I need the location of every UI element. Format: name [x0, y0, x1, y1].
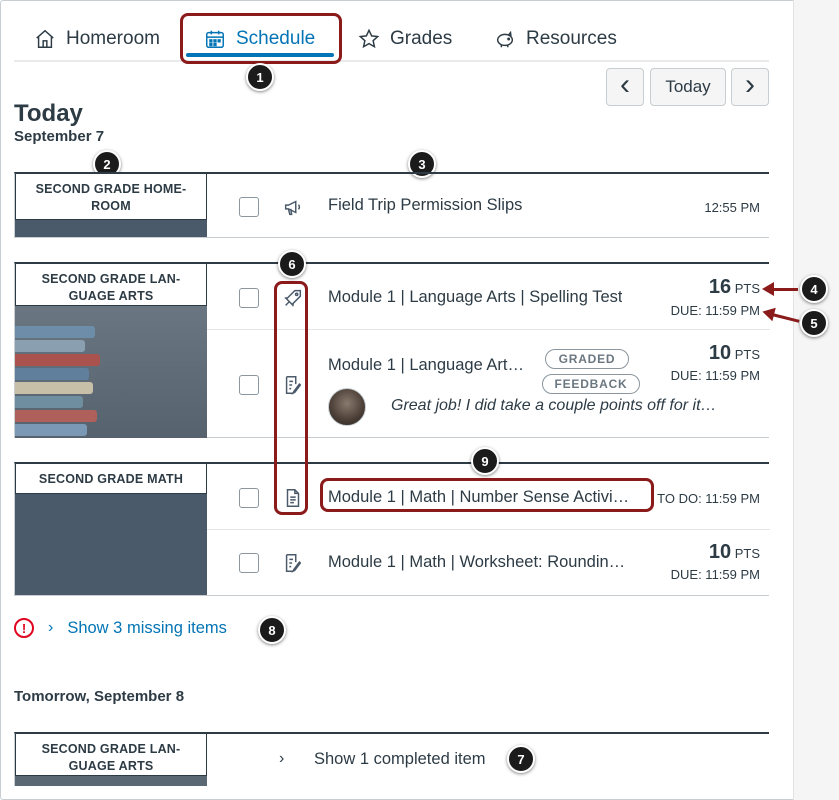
warning-icon: ! — [14, 618, 34, 638]
course-group-tomorrow: SECOND GRADE LAN-GUAGE ARTS › Show 1 com… — [14, 732, 769, 786]
tab-grades-label: Grades — [390, 28, 453, 49]
points-label: PTS — [734, 546, 760, 561]
callout-5: 5 — [800, 309, 828, 337]
callout-7: 7 — [507, 745, 535, 773]
tab-homeroom-label: Homeroom — [66, 28, 160, 49]
piggy-bank-icon — [496, 30, 514, 48]
complete-checkbox[interactable] — [239, 375, 259, 395]
course-group-language-arts: SECOND GRADE LAN-GUAGE ARTS Module 1 | L… — [14, 262, 770, 438]
planner-item: Field Trip Permission Slips 12:55 PM — [207, 174, 770, 238]
show-missing-items[interactable]: ! › Show 3 missing items — [14, 618, 227, 638]
points-value: 16 — [708, 276, 732, 298]
graded-pill: GRADED — [545, 349, 629, 369]
item-points: 10 PTS — [709, 342, 760, 365]
tomorrow-date: Tomorrow, September 8 — [14, 688, 185, 705]
next-button[interactable]: › — [731, 68, 769, 106]
planner-item: Module 1 | Math | Worksheet: Roundin… 10… — [207, 530, 770, 596]
today-button[interactable]: Today — [650, 68, 726, 106]
announcement-icon — [284, 200, 301, 216]
points-label: PTS — [734, 347, 760, 362]
complete-checkbox[interactable] — [239, 197, 259, 217]
item-points: 16 PTS — [709, 276, 760, 299]
callout-arrow-points — [762, 282, 798, 296]
course-label[interactable]: SECOND GRADE LAN-GUAGE ARTS — [15, 264, 207, 306]
points-value: 10 — [708, 541, 732, 563]
assignment-icon — [285, 554, 302, 573]
item-points: 10 PTS — [709, 541, 760, 564]
home-icon — [36, 29, 54, 48]
item-title[interactable]: Field Trip Permission Slips — [328, 196, 522, 215]
points-label: PTS — [734, 281, 760, 296]
course-label[interactable]: SECOND GRADE LAN-GUAGE ARTS — [15, 734, 207, 776]
callout-6: 6 — [278, 250, 306, 278]
tab-grades[interactable]: Grades — [358, 22, 452, 56]
right-gutter — [793, 0, 839, 800]
day-heading: Today — [14, 100, 83, 127]
callout-8: 8 — [258, 616, 286, 644]
course-label[interactable]: SECOND GRADE MATH — [15, 464, 207, 494]
item-title[interactable]: Module 1 | Math | Worksheet: Roundin… — [328, 553, 648, 572]
complete-checkbox[interactable] — [239, 488, 259, 508]
points-value: 10 — [708, 342, 732, 364]
previous-button[interactable]: ‹ — [606, 68, 644, 106]
item-title[interactable]: Module 1 | Language Art… — [328, 356, 528, 375]
tab-homeroom[interactable]: Homeroom — [34, 22, 160, 56]
chevron-right-icon: › — [745, 68, 755, 101]
course-group-homeroom: SECOND GRADE HOME-ROOM Field Trip Permis… — [14, 172, 769, 238]
item-due: DUE: 11:59 PM — [670, 368, 760, 383]
item-time: 12:55 PM — [704, 200, 760, 215]
callout-box-title — [320, 478, 654, 512]
callout-box-icons — [274, 281, 308, 515]
tab-bar: Homeroom Schedule Grades Resources — [14, 0, 769, 62]
completed-items-label: Show 1 completed item — [314, 750, 486, 768]
feedback-pill: FEEDBACK — [542, 374, 640, 394]
item-due: DUE: 11:59 PM — [670, 303, 760, 318]
show-completed-items[interactable]: › Show 1 completed item — [207, 734, 770, 788]
callout-1: 1 — [246, 63, 274, 91]
day-date: September 7 — [14, 128, 105, 145]
item-due: DUE: 11:59 PM — [670, 567, 760, 582]
tab-resources-label: Resources — [526, 28, 617, 49]
missing-items-label: Show 3 missing items — [67, 618, 227, 637]
tab-resources[interactable]: Resources — [494, 22, 617, 56]
feedback-comment: Great job! I did take a couple points of… — [391, 397, 717, 414]
complete-checkbox[interactable] — [239, 288, 259, 308]
callout-4: 4 — [800, 275, 828, 303]
chevron-left-icon: ‹ — [620, 68, 630, 101]
item-title[interactable]: Module 1 | Language Arts | Spelling Test — [328, 288, 622, 307]
chevron-right-icon: › — [279, 750, 285, 767]
callout-box-schedule — [180, 13, 342, 64]
course-label[interactable]: SECOND GRADE HOME-ROOM — [15, 174, 207, 220]
item-todo: TO DO: 11:59 PM — [657, 491, 760, 506]
callout-9: 9 — [471, 447, 499, 475]
star-icon — [358, 28, 380, 49]
avatar — [328, 388, 366, 426]
books-image — [15, 304, 207, 438]
chevron-right-icon: › — [48, 619, 54, 636]
complete-checkbox[interactable] — [239, 553, 259, 573]
